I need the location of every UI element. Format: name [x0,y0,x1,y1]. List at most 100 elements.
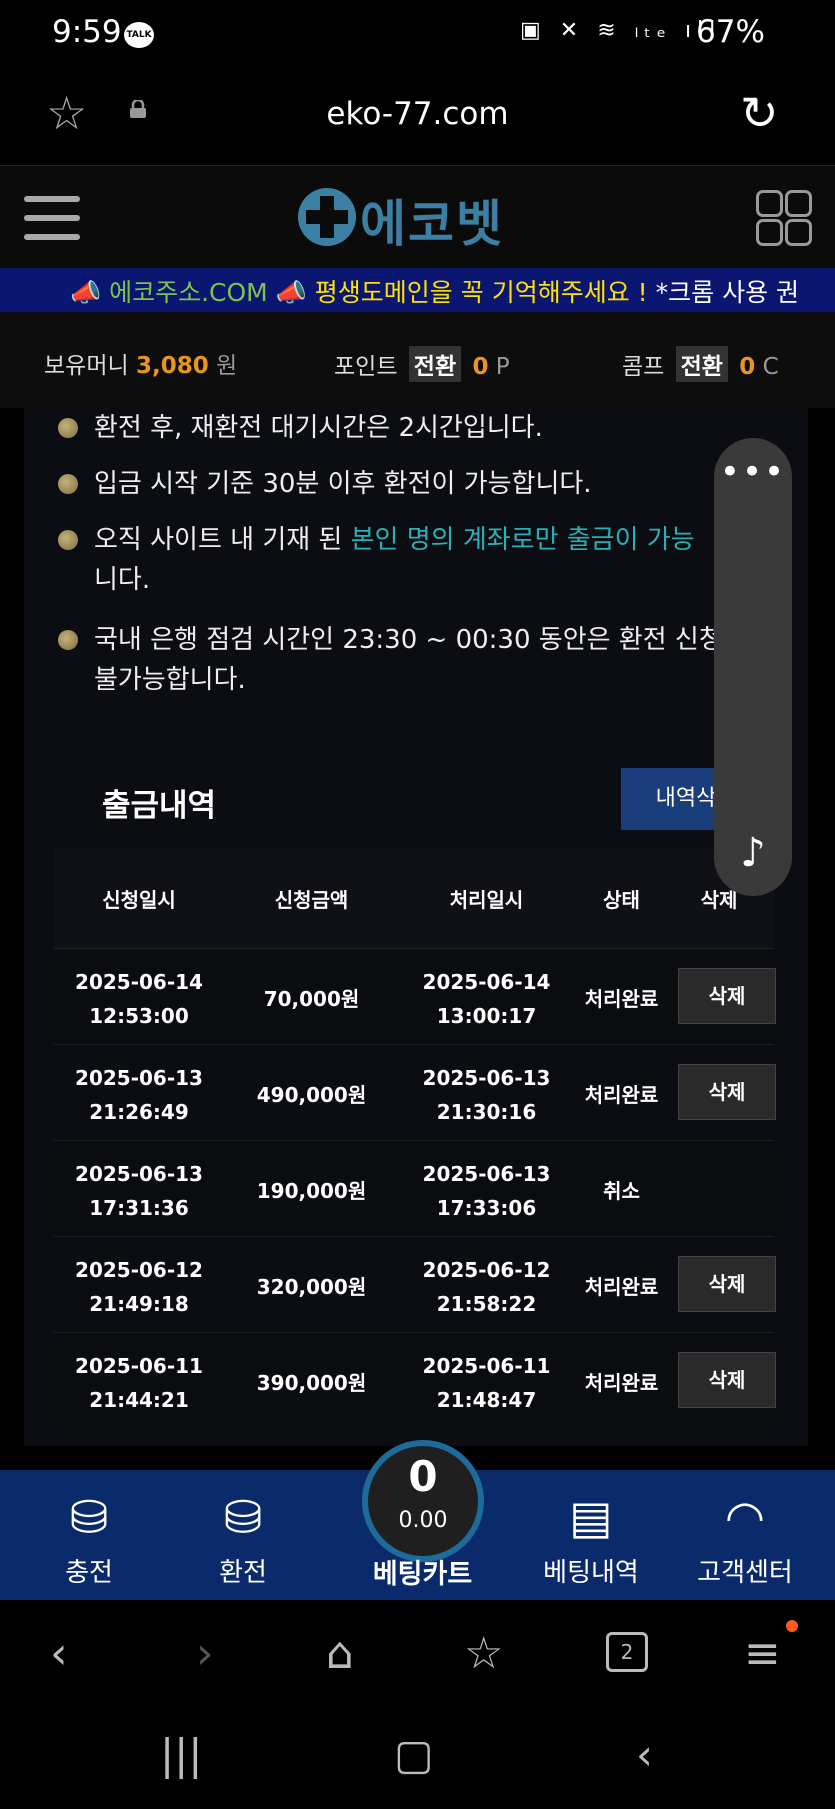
site-header: 에코벳 [0,166,835,268]
process-datetime: 2025-06-13 17:33:06 [422,1162,551,1220]
bet-cart-label[interactable]: 베팅카트 [350,1552,495,1591]
col-status: 상태 [603,888,640,912]
status-bar: 9:59 TALK ▣ ✕ ≋ ₗₜₑ ıll 67% [0,0,835,70]
logo-mark-icon [298,188,356,246]
bullet-icon [58,630,78,650]
talk-notification-icon: TALK [124,22,154,48]
table-row: 2025-06-13 21:26:49 490,000원 2025-06-13 21… [54,1044,776,1140]
recent-apps-icon[interactable]: ||| [160,1730,202,1779]
request-datetime: 2025-06-13 17:31:36 [75,1162,203,1220]
logo-text: 에코벳 [360,195,504,253]
browser-menu-icon[interactable]: ≡ [744,1628,781,1679]
delete-row-button[interactable]: 삭제 [678,1256,776,1312]
balance-bar: 보유머니 3,080 원 포인트 전환 0 P 콤프 전환 0 C [0,312,835,408]
col-request-date: 신청일시 [102,888,176,912]
request-datetime: 2025-06-14 12:53:00 [75,970,203,1028]
nav-support[interactable]: ◠ 고객센터 [670,1470,820,1600]
col-process-date: 처리일시 [449,888,524,912]
notice-item-continued: 불가능합니다. [94,665,246,695]
bullet-icon [58,474,78,494]
point-convert-button[interactable]: 전환 [408,346,462,382]
money-balance: 보유머니 3,080 원 [44,353,238,379]
notice-item: 오직 사이트 내 기재 된 본인 명의 계좌로만 출금이 가능 [94,525,695,555]
status-icons: ▣ ✕ ≋ ₗₜₑ ıll [520,18,722,43]
notice-item-continued: 니다. [94,565,151,595]
status-text: 처리완료 [584,1371,659,1395]
table-row: 2025-06-11 21:44:21 390,000원 2025-06-11 21… [54,1332,776,1428]
process-datetime: 2025-06-13 21:30:16 [422,1066,551,1124]
nav-bet-history[interactable]: ▤ 베팅내역 [516,1470,666,1600]
request-datetime: 2025-06-11 21:44:21 [75,1354,203,1412]
bet-cart-button[interactable]: 0 0.00 [362,1440,484,1562]
table-row: 2025-06-12 21:49:18 320,000원 2025-06-12 21… [54,1236,776,1332]
cart-count: 0 [408,1452,438,1501]
notice-item: 입금 시작 기준 30분 이후 환전이 가능합니다. [94,469,592,499]
request-amount: 390,000원 [256,1371,367,1395]
comp-convert-button[interactable]: 전환 [675,346,728,382]
battery-level: 67% [696,14,765,50]
request-amount: 490,000원 [256,1083,367,1107]
system-nav-bar: ||| ▢ ‹ [0,1710,835,1809]
floating-panel[interactable]: ••• ♪ [714,438,792,896]
nav-deposit-label: 충전 [65,1558,113,1588]
nav-bet-history-label: 베팅내역 [543,1558,639,1588]
clock: 9:59 [52,14,122,50]
marquee-domain: 에코주소.COM [109,278,268,307]
menu-icon[interactable] [24,196,80,240]
withdrawal-table: 신청일시 신청금액 처리일시 상태 삭제 2025-06-14 12:53:00 … [54,848,776,1428]
system-back-icon[interactable]: ‹ [636,1730,653,1779]
nav-withdraw-label: 환전 [219,1558,267,1588]
notice-marquee: 📣 에코주소.COM 📣 평생도메인을 꼭 기억해주세요 ! *크롬 사용 권 [0,268,835,312]
marquee-extra: *크롬 사용 권 [655,278,800,307]
marquee-message: 평생도메인을 꼭 기억해주세요 ! [314,278,648,307]
request-datetime: 2025-06-13 21:26:49 [75,1066,203,1124]
status-text: 처리완료 [584,987,659,1011]
status-text: 처리완료 [584,1275,659,1299]
browser-nav-bar: ‹ › ⌂ ☆ 2 ≡ [0,1600,835,1710]
url-text[interactable]: eko-77.com [0,96,835,132]
withdraw-icon: ⛁ [223,1490,263,1544]
table-header: 신청일시 신청금액 처리일시 상태 삭제 [54,848,774,948]
bookmarks-icon[interactable]: ☆ [464,1628,503,1679]
tabs-icon[interactable]: 2 [606,1632,648,1672]
process-datetime: 2025-06-14 13:00:17 [422,970,551,1028]
withdrawal-panel: 환전 후, 재환전 대기시간은 2시간입니다. 입금 시작 기준 30분 이후 … [24,408,808,1446]
headset-icon: ◠ [724,1490,766,1544]
request-amount: 190,000원 [256,1179,367,1203]
nav-withdraw[interactable]: ⛁ 환전 [168,1470,318,1600]
nav-deposit[interactable]: ⛁ 충전 [14,1470,164,1600]
forward-icon[interactable]: › [196,1628,214,1679]
point-balance: 포인트 전환 0 P [334,346,510,382]
status-text: 취소 [603,1179,640,1203]
process-datetime: 2025-06-12 21:58:22 [422,1258,551,1316]
table-row: 2025-06-14 12:53:00 70,000원 2025-06-14 13:… [54,948,776,1044]
back-icon[interactable]: ‹ [50,1628,68,1679]
browser-toolbar: ☆ eko-77.com ↻ [0,70,835,166]
process-datetime: 2025-06-11 21:48:47 [422,1354,551,1412]
status-text: 처리완료 [584,1083,659,1107]
request-amount: 70,000원 [263,987,360,1011]
megaphone-icon: 📣 [275,278,307,307]
request-amount: 320,000원 [256,1275,367,1299]
col-request-amount: 신청금액 [274,888,349,912]
home-button-icon[interactable]: ▢ [394,1730,434,1779]
deposit-icon: ⛁ [69,1490,109,1544]
reload-icon[interactable]: ↻ [740,86,779,140]
bullet-icon [58,530,78,550]
nav-support-label: 고객센터 [697,1558,793,1588]
home-icon[interactable]: ⌂ [326,1628,354,1679]
site-logo[interactable]: 에코벳 [298,184,538,253]
delete-row-button[interactable]: 삭제 [678,968,776,1024]
notification-dot [786,1620,798,1632]
megaphone-icon: 📣 [70,278,102,307]
delete-row-button[interactable]: 삭제 [678,1352,776,1408]
apps-grid-icon[interactable] [756,190,812,246]
receipt-icon: ▤ [569,1490,613,1544]
delete-row-button[interactable]: 삭제 [678,1064,776,1120]
table-row: 2025-06-13 17:31:36 190,000원 2025-06-13 17… [54,1140,774,1236]
section-title: 출금내역 [102,788,217,824]
request-datetime: 2025-06-12 21:49:18 [75,1258,203,1316]
comp-balance: 콤프 전환 0 C [622,346,779,382]
music-note-icon[interactable]: ♪ [714,830,792,876]
more-dots-icon[interactable]: ••• [714,452,792,492]
